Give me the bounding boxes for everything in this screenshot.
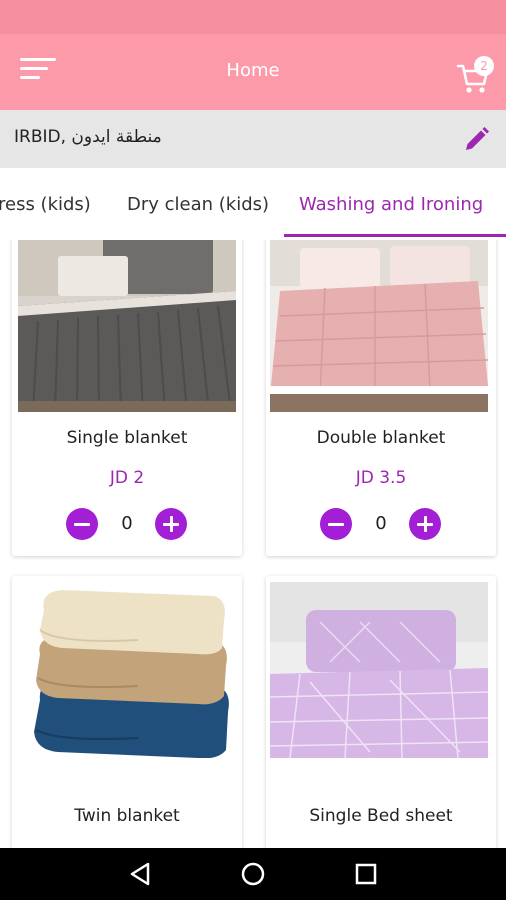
quantity-stepper: 0 (266, 508, 496, 542)
tab-dry-clean-kids[interactable]: Dry clean (kids) (127, 194, 269, 215)
location-text: IRBID, منطقة ايدون (14, 127, 162, 147)
product-name: Double blanket (316, 428, 446, 448)
system-navigation-bar (0, 848, 506, 900)
product-image-double-blanket (270, 240, 488, 412)
product-card[interactable]: Double blanket JD 3.5 0 (266, 240, 496, 556)
product-image-single-blanket (18, 240, 236, 412)
quantity-stepper: 0 (12, 508, 242, 542)
active-tab-indicator (284, 234, 506, 237)
minus-circle-icon[interactable] (320, 508, 352, 540)
product-name: Single Bed sheet (309, 806, 453, 826)
cart-button[interactable]: 2 (456, 54, 498, 94)
product-image-single-bed-sheet (270, 582, 488, 758)
product-card[interactable]: Twin blanket (12, 576, 242, 848)
quantity-value: 0 (121, 513, 133, 534)
status-bar (0, 0, 506, 34)
home-circle-icon[interactable] (239, 860, 267, 888)
page-title: Home (226, 60, 280, 81)
product-name: Twin blanket (74, 806, 180, 826)
product-price: JD 3.5 (355, 468, 407, 488)
plus-circle-icon[interactable] (155, 508, 187, 540)
product-card[interactable]: Single blanket JD 2 0 (12, 240, 242, 556)
product-price: JD 2 (109, 468, 145, 488)
pencil-icon (466, 127, 489, 150)
product-name: Single blanket (66, 428, 188, 448)
category-tabs: ress (kids) Dry clean (kids) Washing and… (0, 168, 506, 240)
recents-square-icon[interactable] (352, 860, 380, 888)
product-card[interactable]: Single Bed sheet (266, 576, 496, 848)
minus-circle-icon[interactable] (66, 508, 98, 540)
product-grid: Single blanket JD 2 0 Double blanket JD … (0, 240, 506, 848)
quantity-value: 0 (375, 513, 387, 534)
back-triangle-icon[interactable] (126, 860, 154, 888)
product-image-twin-blanket (18, 582, 236, 758)
location-bar: IRBID, منطقة ايدون (0, 110, 506, 168)
edit-location-button[interactable] (460, 124, 492, 156)
cart-count-badge: 2 (474, 56, 494, 76)
tab-dress-kids[interactable]: ress (kids) (0, 194, 91, 215)
app-bar: Home 2 (0, 34, 506, 110)
tab-washing-and-ironing[interactable]: Washing and Ironing (299, 194, 483, 215)
plus-circle-icon[interactable] (409, 508, 441, 540)
